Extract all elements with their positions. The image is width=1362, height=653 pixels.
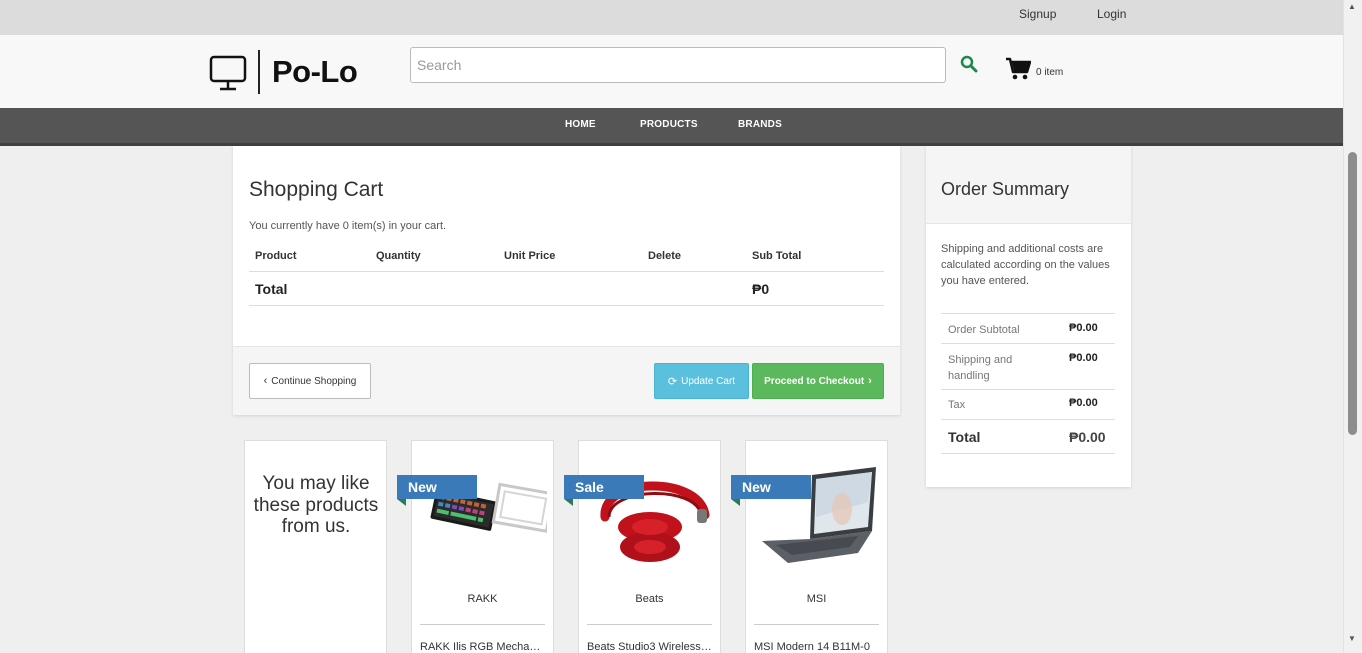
update-cart-label: Update Cart: [681, 375, 736, 387]
chevron-right-icon: ›: [868, 375, 872, 387]
recommendations-intro: You may like these products from us.: [244, 440, 387, 653]
page-title: Shopping Cart: [249, 178, 384, 201]
cart-total-row: Total ₱0: [249, 272, 884, 306]
product-brand: Beats: [635, 593, 664, 605]
scroll-up-arrow-icon[interactable]: ▲: [1348, 2, 1356, 11]
summary-value: ₱0.00: [1069, 397, 1098, 409]
monitor-icon: [209, 55, 247, 91]
continue-shopping-label: Continue Shopping: [271, 375, 357, 387]
summary-value: ₱0.00: [1069, 352, 1098, 364]
product-divider: [587, 624, 712, 625]
signup-link[interactable]: Signup: [1019, 7, 1056, 21]
column-header-product: Product: [255, 250, 297, 262]
logo-divider: [258, 50, 260, 94]
column-header-quantity: Quantity: [376, 250, 421, 262]
sale-badge: Sale: [564, 475, 644, 506]
column-header-subtotal: Sub Total: [752, 250, 802, 262]
order-summary-description: Shipping and additional costs are calcul…: [941, 243, 1110, 287]
summary-label: Order Subtotal: [948, 324, 1020, 336]
order-summary-table: Order Subtotal ₱0.00 Shipping and handli…: [941, 313, 1115, 454]
cart-count: 0 item: [1036, 67, 1064, 78]
refresh-icon: ⟳: [667, 375, 678, 388]
product-card[interactable]: Sale Beats Beats Studio3 Wireless Headph…: [564, 440, 721, 653]
summary-row-shipping: Shipping and handling ₱0.00: [941, 344, 1115, 390]
shopping-cart-panel: Shopping Cart You currently have 0 item(…: [233, 146, 900, 415]
cart-item-count-note: You currently have 0 item(s) in your car…: [249, 220, 447, 232]
nav-home[interactable]: HOME: [565, 119, 596, 130]
order-summary-header: Order Summary: [926, 146, 1131, 224]
summary-value: ₱0.00: [1069, 322, 1098, 334]
product-card[interactable]: New RAKK RAKK Ilis RGB Mechanical Keyboa…: [397, 440, 554, 653]
new-badge: New: [397, 475, 477, 506]
update-cart-button[interactable]: ⟳ Update Cart: [654, 363, 749, 399]
order-summary-panel: Order Summary Shipping and additional co…: [926, 146, 1131, 487]
continue-shopping-button[interactable]: ‹ Continue Shopping: [249, 363, 371, 399]
top-utility-bar: Signup Login: [0, 0, 1343, 35]
new-badge: New: [731, 475, 811, 506]
cart-total-value: ₱0: [752, 281, 770, 297]
product-divider: [420, 624, 545, 625]
site-header: Po-Lo 0 item: [0, 35, 1343, 108]
cart-table-header: Product Quantity Unit Price Delete Sub T…: [249, 244, 884, 272]
cart-link[interactable]: 0 item: [1005, 57, 1063, 81]
nav-products[interactable]: PRODUCTS: [640, 119, 698, 130]
summary-total-value: ₱0.00: [1069, 429, 1106, 445]
product-card[interactable]: New MSI MSI Modern 14 B11M-0: [731, 440, 888, 653]
cart-actions: ‹ Continue Shopping ⟳ Update Cart Procee…: [233, 346, 900, 415]
cart-total-label: Total: [255, 281, 288, 297]
column-header-unit-price: Unit Price: [504, 250, 556, 262]
summary-label: Shipping and handling: [948, 354, 1013, 382]
product-brand: RAKK: [467, 593, 498, 605]
chevron-left-icon: ‹: [263, 375, 268, 387]
search-input[interactable]: [410, 47, 946, 83]
summary-label: Tax: [948, 399, 966, 411]
product-name[interactable]: MSI Modern 14 B11M-0: [754, 641, 879, 653]
nav-brands[interactable]: BRANDS: [738, 119, 782, 130]
product-name[interactable]: Beats Studio3 Wireless Headphones: [587, 641, 712, 653]
brand-name: Po-Lo: [272, 54, 358, 89]
order-summary-title: Order Summary: [941, 179, 1070, 199]
summary-total-label: Total: [948, 429, 981, 445]
checkout-label: Proceed to Checkout: [764, 375, 865, 387]
cart-table: Product Quantity Unit Price Delete Sub T…: [249, 244, 884, 306]
main-nav: HOME PRODUCTS BRANDS: [0, 108, 1343, 146]
login-link[interactable]: Login: [1097, 7, 1126, 21]
vertical-scrollbar[interactable]: ▲ ▼: [1343, 0, 1362, 653]
product-name[interactable]: RAKK Ilis RGB Mechanical Keyboard: [420, 641, 545, 653]
recommendations-heading: You may like these products from us.: [253, 473, 379, 537]
product-brand: MSI: [806, 593, 827, 605]
product-divider: [754, 624, 879, 625]
summary-row-tax: Tax ₱0.00: [941, 390, 1115, 420]
column-header-delete: Delete: [648, 250, 682, 262]
site-logo[interactable]: Po-Lo: [209, 49, 358, 95]
proceed-to-checkout-button[interactable]: Proceed to Checkout ›: [752, 363, 884, 399]
summary-row-subtotal: Order Subtotal ₱0.00: [941, 314, 1115, 344]
scroll-down-arrow-icon[interactable]: ▼: [1348, 634, 1356, 643]
summary-row-total: Total ₱0.00: [941, 420, 1115, 454]
search-icon[interactable]: [960, 55, 978, 73]
shopping-cart-icon: [1006, 57, 1031, 80]
scrollbar-thumb[interactable]: [1348, 152, 1357, 435]
